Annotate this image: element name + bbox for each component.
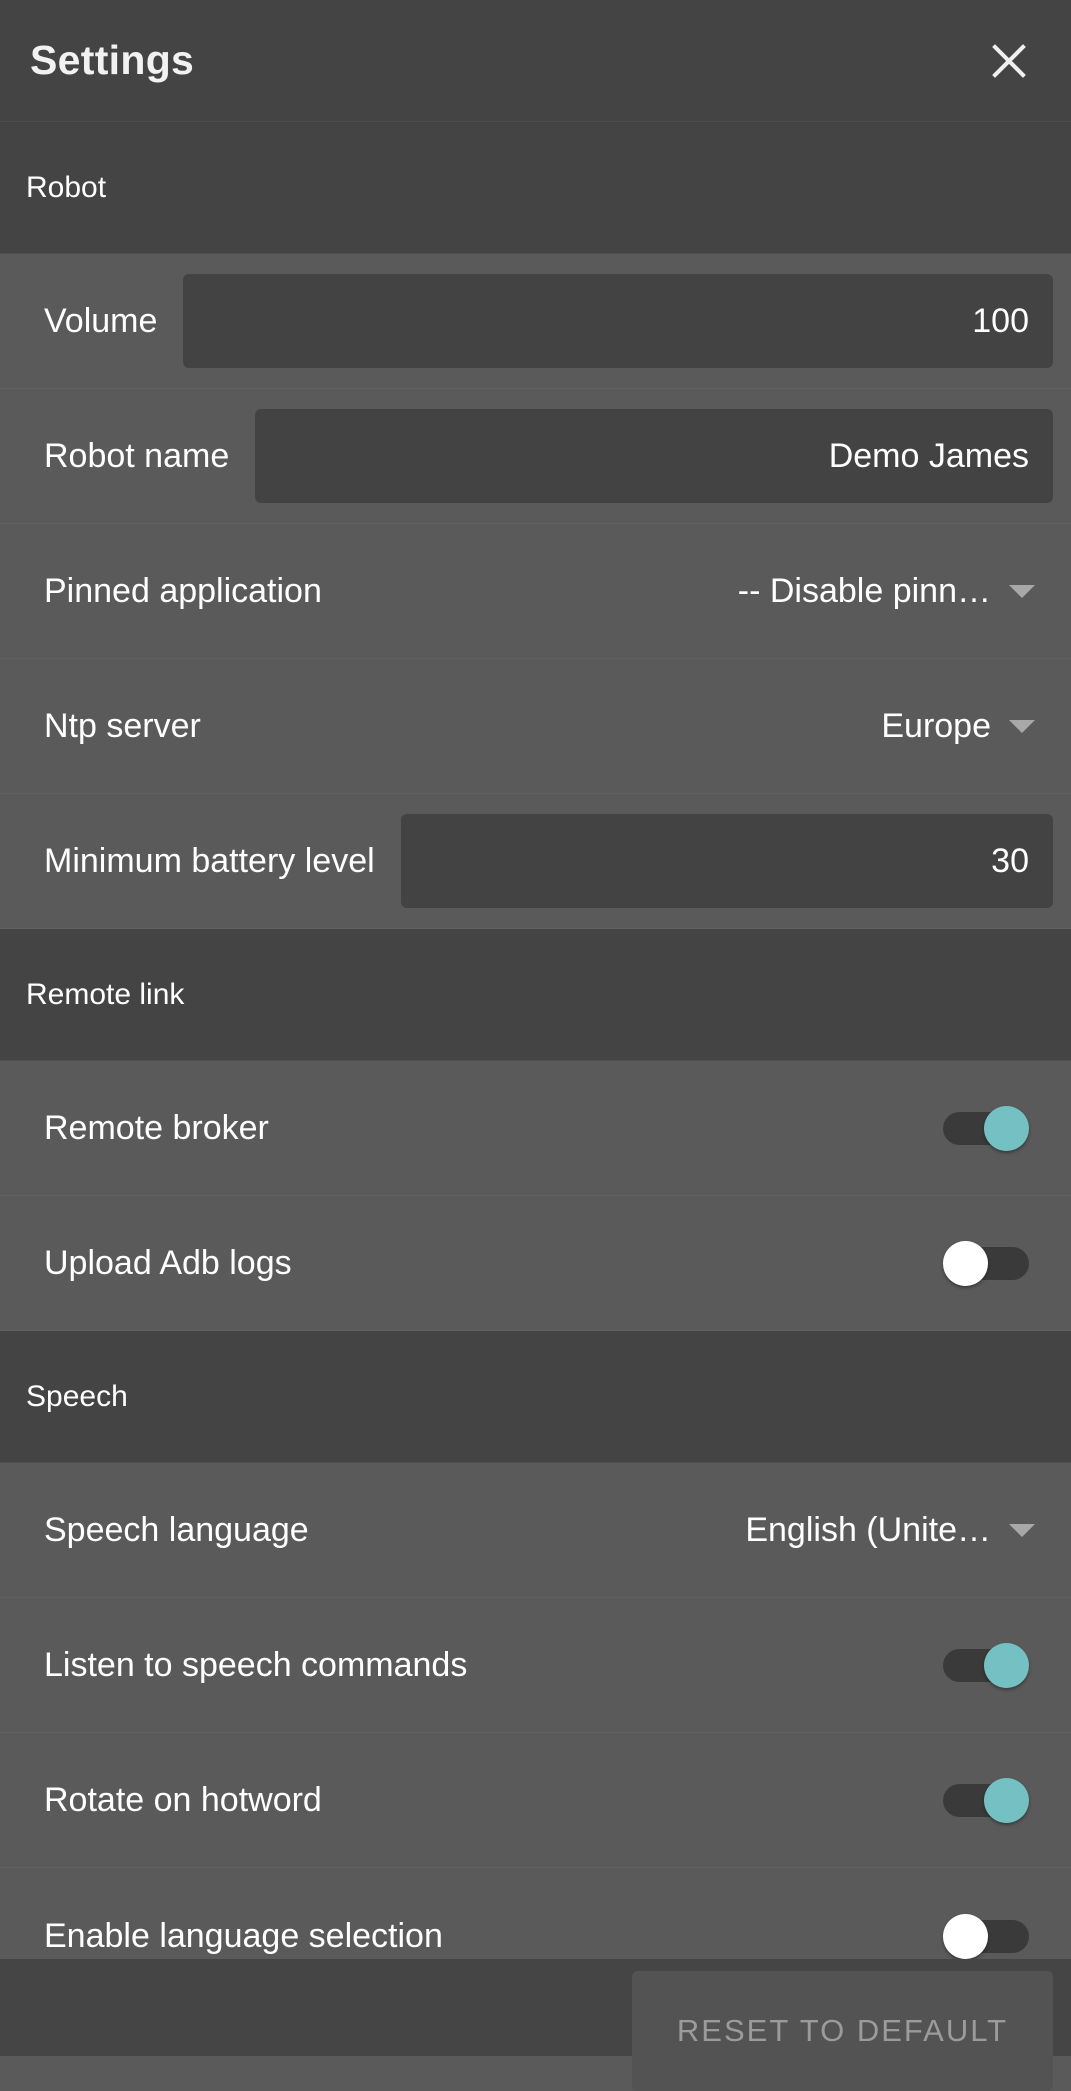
settings-row-label: Speech language [44, 1511, 309, 1549]
settings-row-label: Listen to speech commands [44, 1646, 468, 1684]
toggle-thumb [984, 1106, 1029, 1151]
settings-toggle[interactable] [943, 1643, 1029, 1688]
settings-row-label: Enable language selection [44, 1916, 443, 1955]
settings-row[interactable]: Robot name Demo James [0, 389, 1071, 524]
settings-toggle[interactable] [943, 1106, 1029, 1151]
settings-row-label: Minimum battery level [44, 842, 375, 880]
settings-row[interactable]: Listen to speech commands [0, 1598, 1071, 1733]
section-title: Robot [26, 170, 107, 204]
toggle-thumb [984, 1643, 1029, 1688]
section-header: Robot [0, 122, 1071, 254]
settings-row-label: Remote broker [44, 1109, 269, 1147]
settings-text-input[interactable]: Demo James [255, 409, 1053, 503]
settings-row-label: Pinned application [44, 572, 322, 610]
settings-row-label: Rotate on hotword [44, 1781, 322, 1819]
settings-toggle[interactable] [943, 1913, 1029, 1959]
section-header: Speech [0, 1331, 1071, 1463]
settings-toggle[interactable] [943, 1778, 1029, 1823]
settings-footer: RESET TO DEFAULT [0, 1959, 1071, 2091]
toggle-thumb [943, 1913, 988, 1959]
chevron-down-icon [1009, 1523, 1035, 1537]
settings-toggle[interactable] [943, 1241, 1029, 1286]
settings-text-input[interactable]: 30 [400, 814, 1053, 908]
settings-dropdown[interactable]: Europe [201, 707, 1053, 746]
settings-dropdown-value: -- Disable pinn… [737, 571, 991, 610]
settings-dropdown-value: Europe [881, 706, 991, 745]
settings-row-label: Robot name [44, 437, 230, 475]
reset-to-default-button[interactable]: RESET TO DEFAULT [632, 1971, 1053, 2091]
settings-row-label: Ntp server [44, 707, 201, 745]
settings-row[interactable]: Pinned application -- Disable pinn… [0, 524, 1071, 659]
settings-dropdown-value: English (Unite… [745, 1510, 991, 1549]
settings-sections: Robot Volume 100 Robot name Demo James Pinned… [0, 122, 1071, 2003]
settings-text-input[interactable]: 100 [183, 274, 1053, 368]
settings-titlebar: Settings [0, 0, 1071, 122]
chevron-down-icon [1009, 719, 1035, 733]
settings-dropdown[interactable]: -- Disable pinn… [322, 572, 1053, 611]
section-header: Remote link [0, 929, 1071, 1061]
settings-row-label: Volume [44, 302, 158, 340]
settings-dropdown[interactable]: English (Unite… [309, 1511, 1053, 1550]
section-title: Remote link [26, 977, 185, 1011]
page-title: Settings [30, 37, 195, 83]
settings-row[interactable]: Remote broker [0, 1061, 1071, 1196]
chevron-down-icon [1009, 584, 1035, 598]
settings-row[interactable]: Speech language English (Unite… [0, 1463, 1071, 1598]
toggle-thumb [943, 1241, 988, 1286]
settings-screen: Settings Robot Volume 100 Robot name Demo Ja… [0, 0, 1071, 2091]
settings-row-label: Upload Adb logs [44, 1244, 292, 1282]
settings-row[interactable]: Rotate on hotword [0, 1733, 1071, 1868]
settings-row[interactable]: Ntp server Europe [0, 659, 1071, 794]
close-icon[interactable] [981, 33, 1037, 89]
settings-row[interactable]: Upload Adb logs [0, 1196, 1071, 1331]
section-title: Speech [26, 1379, 128, 1413]
toggle-thumb [984, 1778, 1029, 1823]
settings-row[interactable]: Minimum battery level 30 [0, 794, 1071, 929]
settings-row[interactable]: Volume 100 [0, 254, 1071, 389]
